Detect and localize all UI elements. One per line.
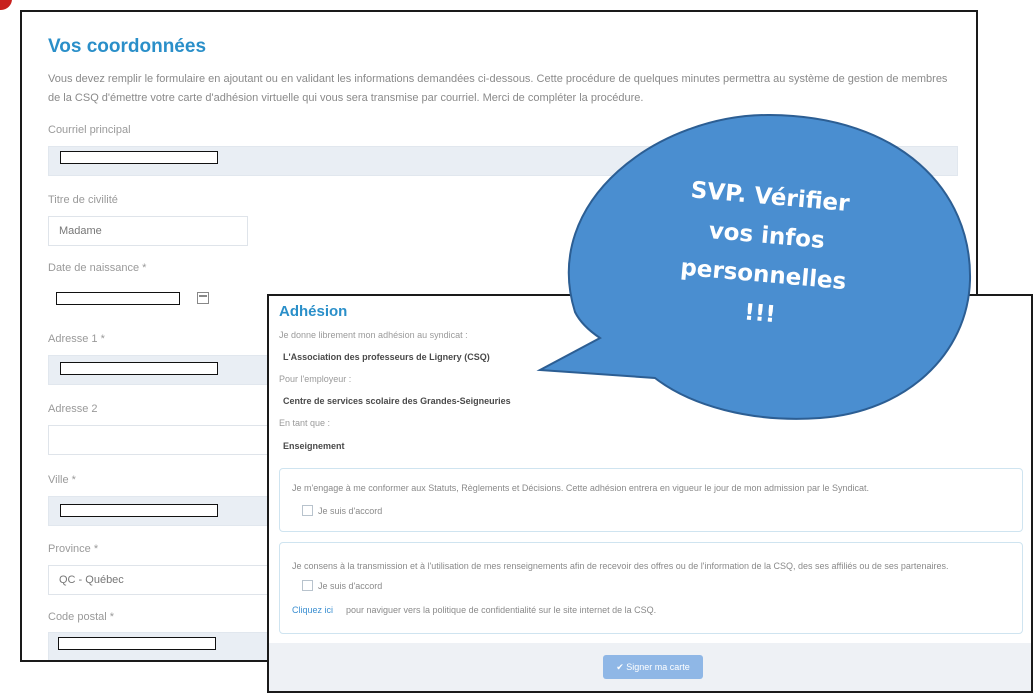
coordonnees-intro: Vous devez remplir le formulaire en ajou… (48, 73, 948, 104)
redaction-box (60, 504, 218, 517)
calendar-icon[interactable] (197, 292, 209, 304)
redaction-box (60, 151, 218, 164)
consent-statuts-checkbox[interactable] (302, 505, 313, 516)
consent-info-checkbox[interactable] (302, 580, 313, 591)
adresse2-label: Adresse 2 (48, 403, 98, 415)
consent-info-box: Je consens à la transmission et à l'util… (279, 542, 1023, 634)
corner-marker (0, 0, 12, 10)
naissance-field[interactable] (56, 292, 180, 305)
province-label: Province * (48, 543, 99, 555)
ville-label: Ville * (48, 474, 76, 486)
coordonnees-title: Vos coordonnées (48, 36, 207, 57)
consent-statuts-text: Je m'engage à me conformer aux Statuts, … (292, 483, 870, 493)
consent-statuts-box: Je m'engage à me conformer aux Statuts, … (279, 468, 1023, 532)
titre-civilite-field[interactable]: Madame (48, 216, 248, 246)
consent-info-text: Je consens à la transmission et à l'util… (292, 561, 949, 571)
naissance-label: Date de naissance * (48, 262, 147, 274)
privacy-link-text: pour naviguer vers la politique de confi… (346, 605, 657, 615)
speech-bubble-text: SVP. Vérifier vos infos personnelles !!! (609, 165, 921, 347)
courriel-label: Courriel principal (48, 124, 131, 136)
titre-emploi-label: En tant que : (279, 418, 331, 428)
titre-emploi-value: Enseignement (283, 441, 345, 451)
redaction-box (60, 362, 218, 375)
postal-label: Code postal * (48, 611, 115, 623)
adhesion-footer: ✔ Signer ma carte (269, 643, 1031, 691)
redaction-box (58, 637, 216, 650)
consent-statuts-label[interactable]: Je suis d'accord (318, 506, 382, 516)
employeur-value: Centre de services scolaire des Grandes-… (283, 396, 511, 406)
adhesion-title: Adhésion (279, 303, 348, 320)
privacy-link[interactable]: Cliquez ici (292, 605, 333, 615)
sign-card-button[interactable]: ✔ Signer ma carte (603, 655, 703, 679)
adresse1-label: Adresse 1 * (48, 333, 105, 345)
employeur-label: Pour l'employeur : (279, 374, 352, 384)
consent-info-label[interactable]: Je suis d'accord (318, 581, 382, 591)
syndicat-label: Je donne librement mon adhésion au syndi… (279, 330, 468, 340)
titre-civilite-label: Titre de civilité (48, 194, 118, 206)
adhesion-panel: Adhésion Je donne librement mon adhésion… (267, 294, 1033, 693)
syndicat-value: L'Association des professeurs de Lignery… (283, 352, 490, 362)
